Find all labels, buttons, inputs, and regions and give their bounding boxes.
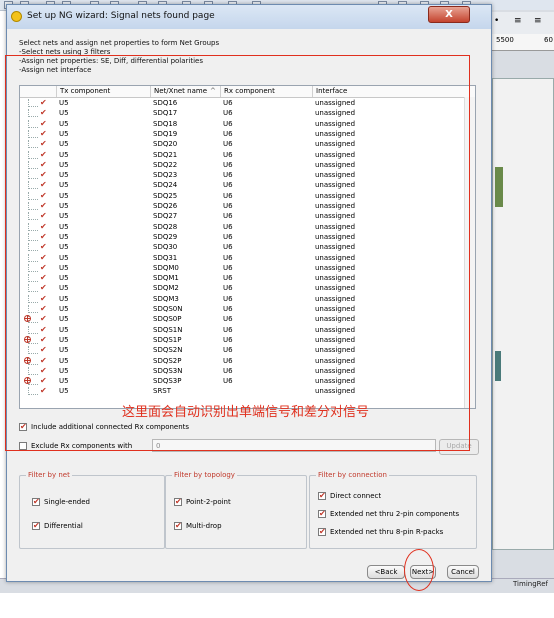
highlight-circle	[404, 549, 434, 591]
checkbox-checked-icon[interactable]: ✔	[318, 528, 326, 536]
point-2-point-checkbox[interactable]: ✔ Point-2-point	[174, 498, 231, 506]
filter-by-net-group: Filter by net ✔ Single-ended ✔ Differentia…	[19, 471, 165, 549]
ruler-label: 60	[544, 36, 553, 44]
pcb-feature	[495, 167, 503, 207]
option-label: Point-2-point	[186, 498, 231, 506]
layout-canvas[interactable]	[492, 78, 554, 550]
menu-icon[interactable]: ≡	[534, 16, 542, 26]
checkbox-checked-icon[interactable]: ✔	[32, 498, 40, 506]
pin-icon[interactable]: •	[494, 16, 499, 26]
ruler: 5500 60	[492, 34, 554, 51]
checkbox-checked-icon[interactable]: ✔	[174, 498, 182, 506]
group-title: Filter by net	[26, 471, 72, 479]
status-label: TimingRef	[513, 580, 548, 588]
filter-by-connection-group: Filter by connection ✔ Direct connect ✔ Ex…	[309, 471, 477, 549]
cancel-button[interactable]: Cancel	[447, 565, 479, 579]
option-label: Direct connect	[330, 492, 382, 500]
multi-drop-checkbox[interactable]: ✔ Multi-drop	[174, 522, 222, 530]
app-icon	[11, 11, 22, 22]
window-title: Set up NG wizard: Signal nets found page	[27, 11, 215, 21]
single-ended-checkbox[interactable]: ✔ Single-ended	[32, 498, 90, 506]
extended-2pin-checkbox[interactable]: ✔ Extended net thru 2-pin components	[318, 510, 459, 518]
filter-by-topology-group: Filter by topology ✔ Point-2-point ✔ Multi…	[165, 471, 307, 549]
checkbox-checked-icon[interactable]: ✔	[174, 522, 182, 530]
option-label: Multi-drop	[186, 522, 222, 530]
option-label: Differential	[44, 522, 83, 530]
highlight-box	[5, 55, 470, 451]
menu-icon[interactable]: ≡	[514, 16, 522, 26]
group-title: Filter by connection	[316, 471, 389, 479]
option-label: Single-ended	[44, 498, 90, 506]
back-button[interactable]: <Back	[367, 565, 405, 579]
option-label: Extended net thru 8-pin R-packs	[330, 528, 444, 536]
group-title: Filter by topology	[172, 471, 237, 479]
checkbox-checked-icon[interactable]: ✔	[318, 492, 326, 500]
ruler-label: 5500	[496, 36, 514, 44]
option-label: Extended net thru 2-pin components	[330, 510, 460, 518]
extended-8pin-checkbox[interactable]: ✔ Extended net thru 8-pin R-packs	[318, 528, 443, 536]
pcb-feature	[495, 351, 501, 381]
checkbox-checked-icon[interactable]: ✔	[32, 522, 40, 530]
direct-connect-checkbox[interactable]: ✔ Direct connect	[318, 492, 381, 500]
close-button[interactable]: X	[428, 6, 470, 23]
differential-checkbox[interactable]: ✔ Differential	[32, 522, 83, 530]
checkbox-checked-icon[interactable]: ✔	[318, 510, 326, 518]
instruction-line: Select nets and assign net properties to…	[19, 39, 220, 47]
right-toolbar: • ≡ ≡	[490, 12, 554, 34]
title-bar[interactable]: Set up NG wizard: Signal nets found page…	[7, 5, 491, 29]
